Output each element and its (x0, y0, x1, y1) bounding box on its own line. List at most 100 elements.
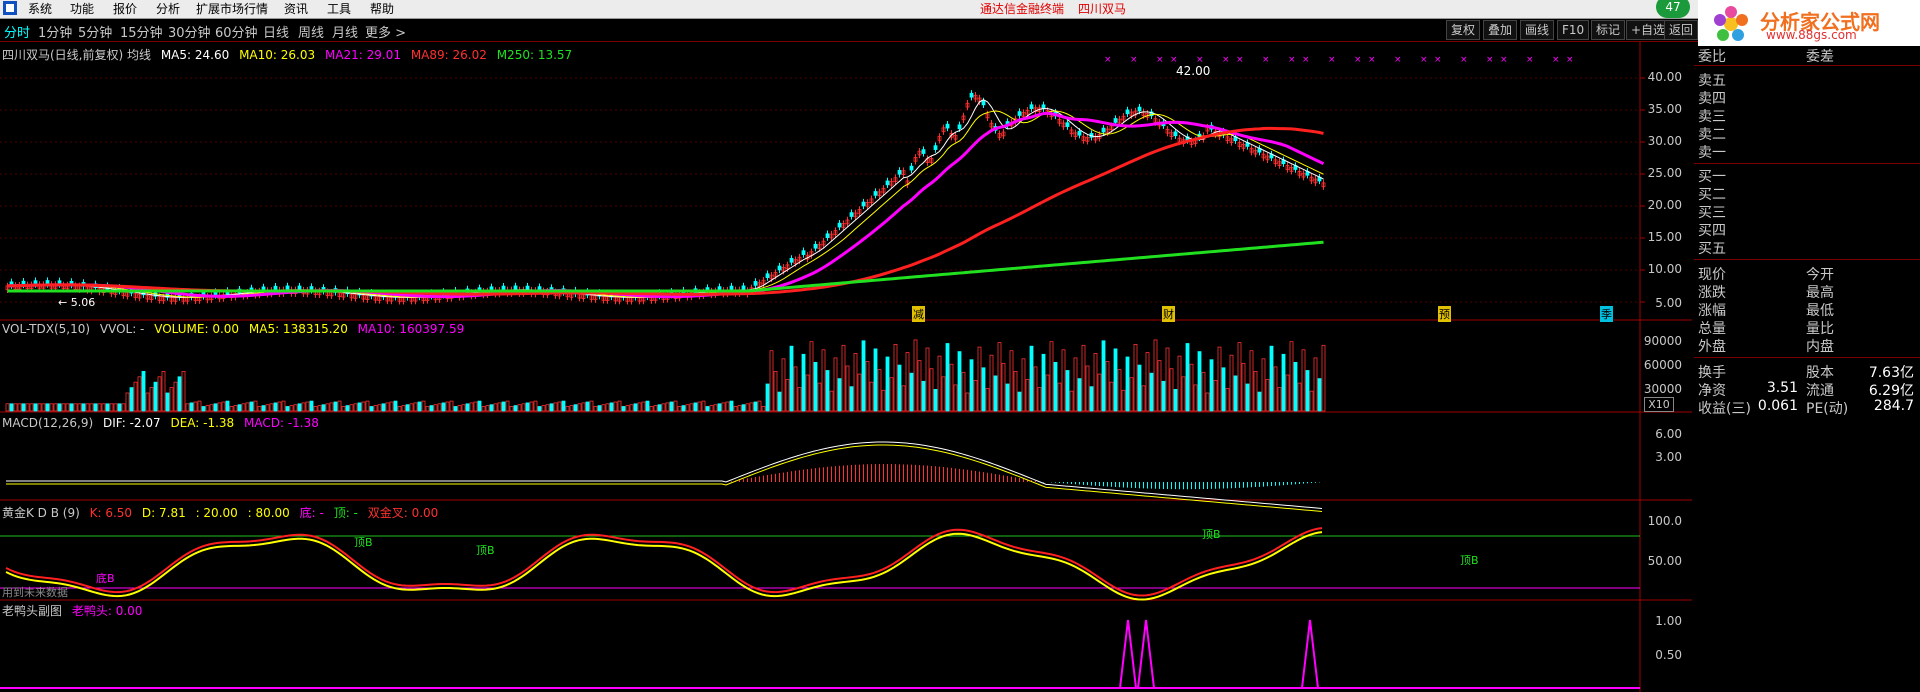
volume-bar (1269, 345, 1274, 412)
app-icon[interactable] (2, 0, 18, 20)
volume-bar (1161, 380, 1166, 412)
volume-bar (885, 356, 890, 412)
event-marker[interactable]: 季 (1600, 306, 1613, 322)
menu-info[interactable]: 资讯 (284, 1, 308, 17)
duck-legend: 老鸭头副图 老鸭头: 0.00 (2, 602, 148, 619)
net-asset-value: 3.51 (1766, 380, 1798, 396)
sell1-label: 卖一 (1698, 145, 1726, 161)
y-label-main: 40.00 (1647, 70, 1682, 84)
volume-bar (1125, 356, 1130, 412)
volume-bar (141, 370, 146, 412)
signal-marker: × (1526, 55, 1534, 65)
kdj-bottom-tag: 底B (96, 572, 115, 585)
menu-tools[interactable]: 工具 (327, 1, 351, 17)
signal-marker: × (1156, 55, 1164, 65)
volume-bar (645, 400, 650, 412)
volume-bar (765, 383, 770, 412)
tab-15min[interactable]: 15分钟 (120, 22, 163, 41)
draw-line-button[interactable]: 画线 (1520, 20, 1555, 40)
volume-bar (945, 343, 950, 412)
candle (1077, 130, 1082, 136)
open-label: 今开 (1806, 267, 1834, 283)
f10-button[interactable]: F10 (1557, 20, 1590, 40)
candle (861, 201, 866, 207)
y-label-main: 10.00 (1647, 262, 1682, 276)
candle (729, 285, 734, 291)
candle (753, 281, 758, 286)
share-capital-value: 7.63亿 (1868, 365, 1914, 381)
back-button[interactable]: 返回 (1664, 20, 1699, 40)
menu-analysis[interactable]: 分析 (156, 1, 180, 17)
volume-bar (1041, 353, 1046, 412)
tab-5min[interactable]: 5分钟 (78, 22, 112, 41)
tab-60min[interactable]: 60分钟 (215, 22, 258, 41)
volume-bar (933, 388, 938, 412)
menu-system[interactable]: 系统 (28, 1, 52, 17)
candle (1029, 104, 1034, 110)
change-label: 涨跌 (1698, 285, 1726, 301)
signal-marker: × (1460, 55, 1468, 65)
menu-help[interactable]: 帮助 (370, 1, 394, 17)
volume-bar (1245, 383, 1250, 412)
candle (765, 273, 770, 278)
tab-30min[interactable]: 30分钟 (168, 22, 211, 41)
price-label: 现价 (1698, 267, 1726, 283)
tab-weekly[interactable]: 周线 (298, 22, 324, 41)
volume-bar (57, 403, 62, 412)
macd-legend: MACD(12,26,9) DIF: -2.07 DEA: -1.38 MACD… (2, 416, 325, 430)
event-marker[interactable]: 财 (1162, 306, 1175, 322)
volume-bar (129, 387, 134, 412)
candle (945, 123, 950, 129)
candle (921, 149, 926, 154)
dif-label: DIF: -2.07 (102, 416, 161, 430)
volume-bar (825, 370, 830, 412)
chart-area[interactable]: × × × × × × × × × × × × × × × × × × × × × × (0, 42, 1692, 692)
tab-intraday[interactable]: 分时 (4, 22, 30, 41)
volume-bar (1149, 372, 1154, 412)
duck-legend-name: 老鸭头副图 (2, 604, 63, 618)
kdj-top-tag: 顶B (1202, 528, 1221, 541)
volume-bar (189, 402, 194, 412)
volume-bar (1029, 345, 1034, 412)
vol-ma5-label: MA5: 138315.20 (248, 322, 348, 336)
overlay-button[interactable]: 叠加 (1483, 20, 1518, 40)
kdj-legend: 黄金K D B (9) K: 6.50 D: 7.81 : 20.00 : 80… (2, 504, 444, 521)
volume-unit-badge[interactable]: X10 (1644, 397, 1674, 412)
volume-bar (1113, 348, 1118, 412)
y-label-main: 20.00 (1647, 198, 1682, 212)
volume-bar (981, 367, 986, 412)
event-marker[interactable]: 预 (1438, 306, 1451, 322)
menu-quote[interactable]: 报价 (113, 1, 137, 17)
volume-bar (489, 404, 494, 412)
menu-extended-market[interactable]: 扩展市场行情 (196, 1, 268, 17)
fuquan-button[interactable]: 复权 (1446, 20, 1481, 40)
y-label-main: 25.00 (1647, 166, 1682, 180)
kdj-top-tag: 顶B (476, 544, 495, 557)
tab-monthly[interactable]: 月线 (332, 22, 358, 41)
volume-bar (753, 401, 758, 412)
net-asset-label: 净资 (1698, 383, 1726, 399)
y-label-main: 5.00 (1655, 296, 1682, 310)
volume-bar (1053, 361, 1058, 412)
float-value: 6.29亿 (1868, 383, 1914, 399)
volume-bar (225, 400, 230, 412)
volume-bar (549, 403, 554, 412)
notification-badge[interactable]: 47 (1656, 0, 1690, 18)
menu-function[interactable]: 功能 (70, 1, 94, 17)
tab-daily[interactable]: 日线 (263, 22, 289, 41)
mark-button[interactable]: 标记 (1591, 20, 1626, 40)
buy4-label: 买四 (1698, 223, 1726, 239)
ma21-label: MA21: 29.01 (324, 48, 401, 62)
weicha-label: 委差 (1806, 49, 1834, 65)
tab-more[interactable]: 更多 > (365, 22, 406, 41)
volume-bar (597, 405, 602, 412)
period-toolbar: 分时 1分钟 5分钟 15分钟 30分钟 60分钟 日线 周线 月线 更多 > … (0, 19, 1920, 42)
volume-bar (849, 386, 854, 412)
volume-bar (1089, 386, 1094, 412)
y-label-volume: 60000 (1643, 358, 1682, 372)
volume-bar (633, 403, 638, 412)
event-marker[interactable]: 减 (912, 306, 925, 322)
volume-bar (297, 403, 302, 412)
tab-1min[interactable]: 1分钟 (38, 22, 72, 41)
signal-marker: × (1394, 55, 1402, 65)
